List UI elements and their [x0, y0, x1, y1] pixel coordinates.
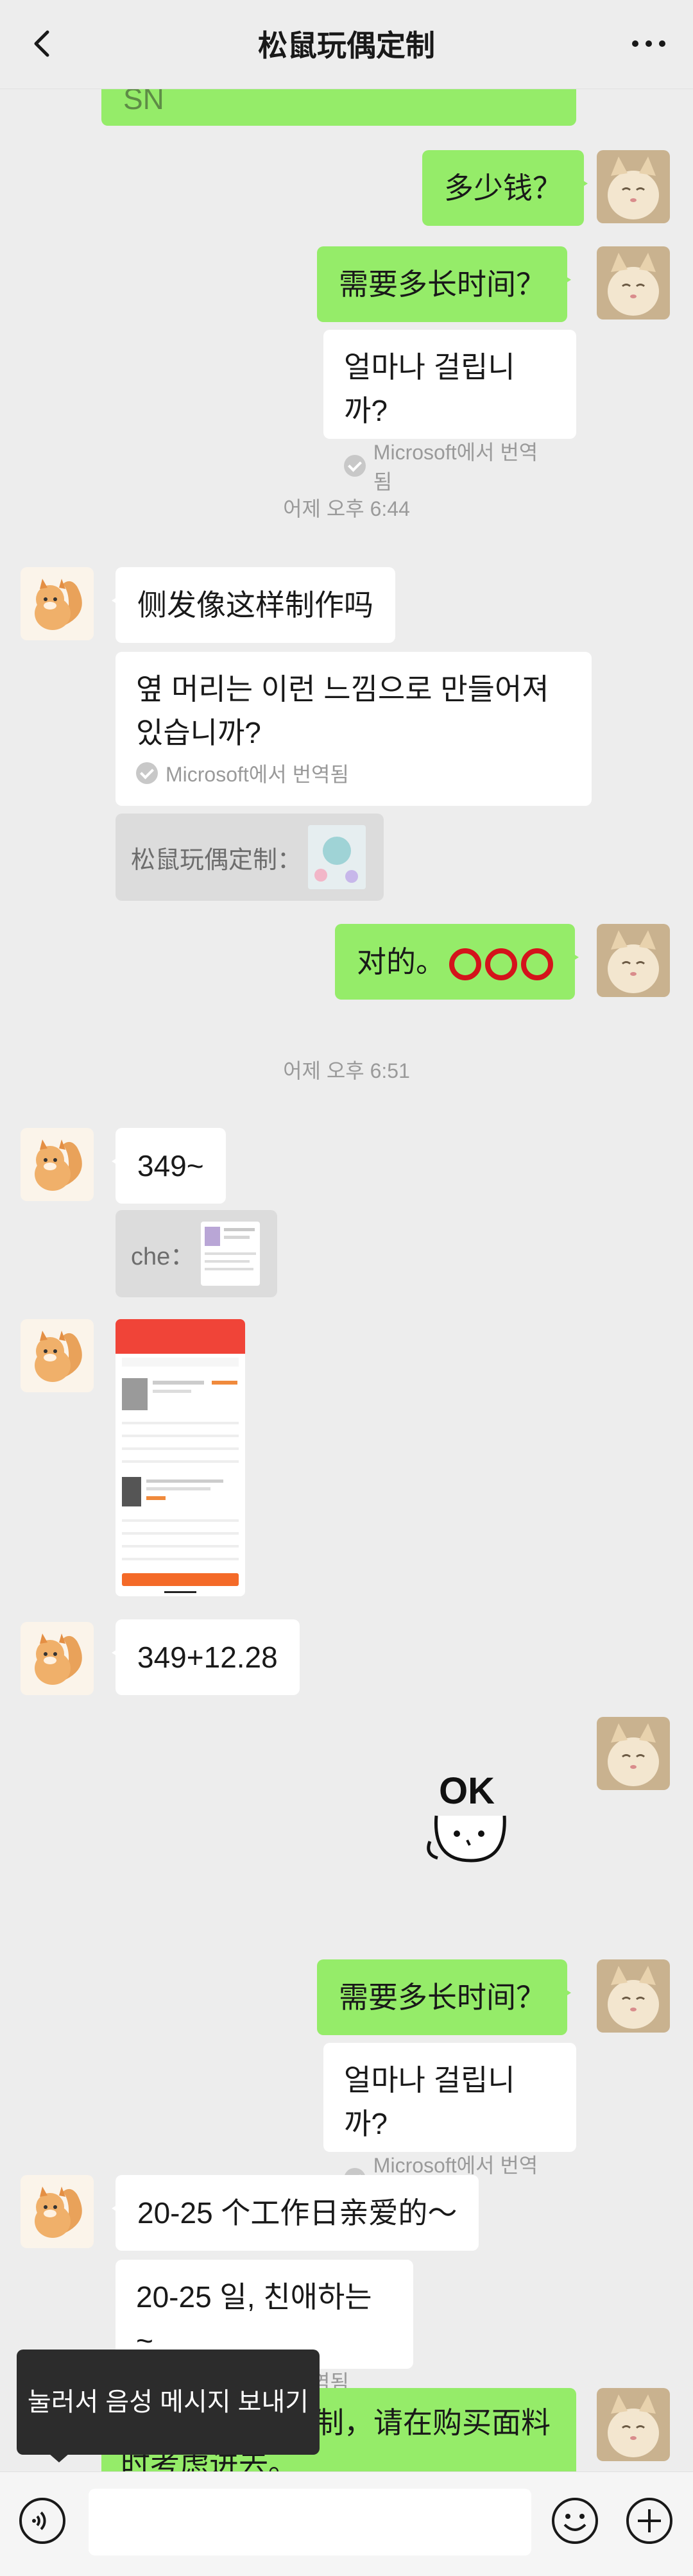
red-circle-emoji [485, 948, 517, 980]
check-icon [344, 455, 366, 477]
my-avatar[interactable] [597, 150, 670, 223]
translation-source: Microsoft에서 번역됨 [136, 758, 571, 788]
order-screenshot-image[interactable] [116, 1319, 245, 1596]
my-avatar[interactable] [597, 246, 670, 320]
message-bubble-received[interactable]: 349~ [112, 1128, 226, 1204]
message-text: 需要多长时间？ [339, 268, 545, 301]
contact-avatar[interactable] [21, 1319, 94, 1392]
chat-header: 松鼠玩偶定制 [0, 0, 693, 89]
message-bubble-received[interactable]: 20-25 个工作日亲爱的～ [111, 2175, 479, 2251]
message-bubble-received[interactable]: 349+12.28 [112, 1619, 300, 1695]
my-avatar[interactable] [597, 2388, 670, 2461]
input-bar [0, 2471, 693, 2576]
message-bubble-sent[interactable]: 需要多长时间？ [317, 1959, 571, 2035]
ok-sticker[interactable]: OK [417, 1764, 520, 1873]
cat-avatar-icon [597, 2388, 670, 2461]
voice-hint-tooltip: 눌러서 음성 메시지 보내기 [17, 2350, 320, 2462]
quote-sender: che： [131, 1243, 195, 1270]
cat-avatar-icon [597, 150, 670, 223]
message-text: 侧发像这样制作吗 [137, 588, 373, 622]
contact-avatar[interactable] [21, 2175, 94, 2248]
message-bubble-sent[interactable]: 需要多长时间？ [317, 246, 571, 322]
translation-source-label: Microsoft에서 번역됨 [373, 441, 538, 493]
plus-icon[interactable] [625, 2496, 674, 2545]
quote-sender: 松鼠玩偶定制： [131, 846, 302, 874]
message-bubble-sent[interactable]: 多少钱？ [422, 150, 588, 226]
translation-text-line2: 있습니까? [136, 716, 261, 749]
contact-avatar[interactable] [21, 1128, 94, 1201]
translation-box[interactable]: 얼마나 걸립니까? Microsoft에서 번역됨 [323, 330, 576, 493]
voice-input-icon[interactable] [18, 2496, 67, 2545]
message-bubble-received[interactable]: 侧发像这样制作吗 [112, 567, 395, 643]
my-avatar[interactable] [597, 1959, 670, 2033]
red-circle-emoji [449, 948, 481, 980]
cat-avatar-icon [597, 924, 670, 997]
translation-source: Microsoft에서 번역됨 [344, 436, 556, 495]
message-text: 多少钱？ [444, 171, 562, 205]
squirrel-avatar-icon [21, 2175, 94, 2248]
timestamp: 어제 오후 6:51 [283, 1059, 410, 1082]
cat-avatar-icon [597, 246, 670, 320]
message-text: 349+12.28 [137, 1641, 278, 1674]
message-text: 20-25 个工作日亲爱的～ [137, 2196, 458, 2230]
my-avatar[interactable] [597, 924, 670, 997]
cat-avatar-icon [597, 1717, 670, 1790]
translation-source-label: Microsoft에서 번역됨 [166, 763, 349, 786]
timestamp: 어제 오후 6:44 [283, 497, 410, 520]
translation-box[interactable]: 옆 머리는 이런 느낌으로 만들어져 있습니까? Microsoft에서 번역됨 [116, 652, 592, 806]
squirrel-avatar-icon [21, 1319, 94, 1392]
message-bubble-sent[interactable]: 对的。 [335, 924, 579, 1000]
emoji-icon[interactable] [551, 2496, 599, 2545]
my-avatar[interactable] [597, 1717, 670, 1790]
message-input[interactable] [89, 2489, 531, 2555]
contact-avatar[interactable] [21, 1622, 94, 1695]
message-text: 需要多长时间？ [339, 1981, 545, 2014]
quoted-image-thumbnail[interactable] [308, 825, 366, 889]
ok-sticker-text: OK [439, 1770, 495, 1812]
translation-text: 얼마나 걸립니까? [344, 350, 515, 427]
red-circle-emoji [521, 948, 553, 980]
more-options-icon[interactable] [626, 24, 671, 63]
quoted-image-thumbnail[interactable] [201, 1222, 261, 1286]
check-icon [136, 762, 158, 784]
chat-title: 松鼠玩偶定制 [258, 29, 435, 62]
translation-box[interactable]: 얼마나 걸립니까? Microsoft에서 번역됨 [323, 2043, 576, 2206]
translation-text: 얼마나 걸립니까? [344, 2063, 515, 2140]
quoted-message[interactable]: 松鼠玩偶定制： [116, 814, 384, 901]
translation-text-line1: 옆 머리는 이런 느낌으로 만들어져 [136, 672, 549, 706]
message-text: 349~ [137, 1149, 204, 1182]
contact-avatar[interactable] [21, 567, 94, 640]
message-text: 对的。 [357, 945, 445, 978]
squirrel-avatar-icon [21, 567, 94, 640]
quoted-message[interactable]: che： [116, 1210, 277, 1297]
squirrel-avatar-icon [21, 1128, 94, 1201]
squirrel-avatar-icon [21, 1622, 94, 1695]
cat-avatar-icon [597, 1959, 670, 2033]
